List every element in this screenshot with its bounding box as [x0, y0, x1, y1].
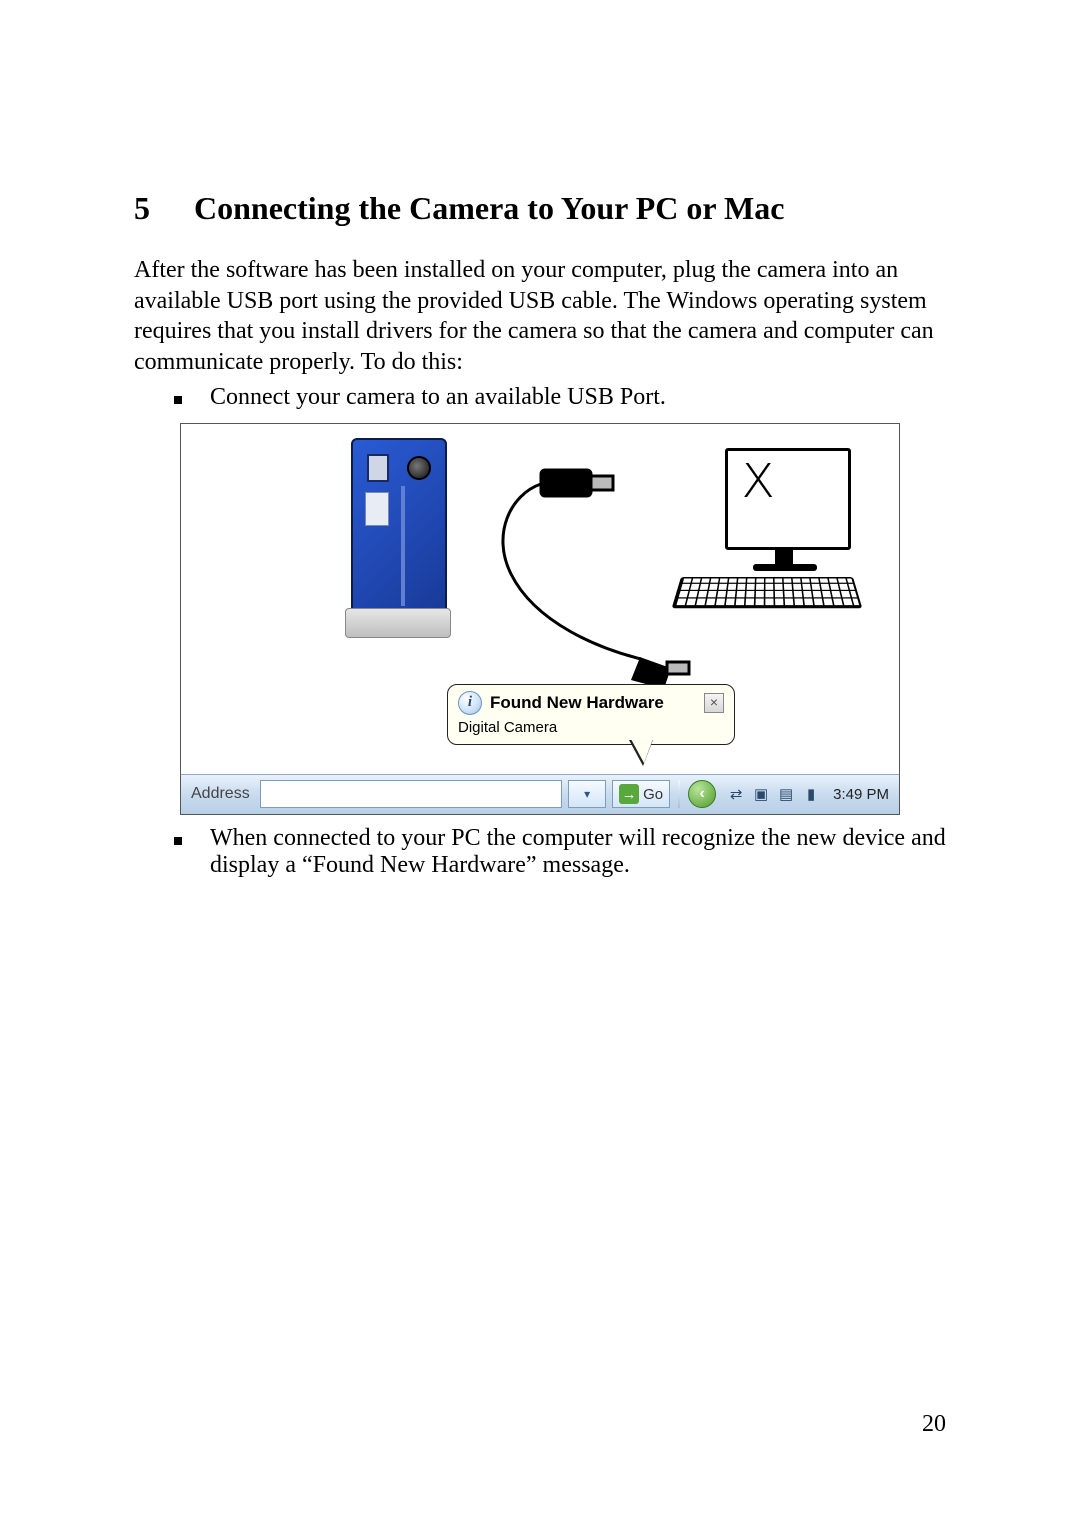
bullet-marker-icon — [174, 396, 182, 404]
close-icon[interactable]: × — [704, 693, 724, 713]
address-dropdown-button[interactable]: ▾ — [568, 780, 606, 808]
illustration-top — [181, 424, 899, 692]
balloon-title: Found New Hardware — [490, 693, 696, 713]
display-icon[interactable]: ▣ — [751, 784, 771, 804]
device-icon[interactable]: ▤ — [776, 784, 796, 804]
illustration-figure: i Found New Hardware × Digital Camera Ad… — [180, 423, 900, 815]
section-number: 5 — [134, 190, 150, 227]
bullet-item: Connect your camera to an available USB … — [174, 384, 946, 411]
chevron-left-icon: ‹ — [699, 785, 704, 803]
system-tray: ⇄ ▣ ▤ ▮ — [726, 784, 821, 804]
taskbar-separator — [678, 780, 680, 808]
taskbar: Address ▾ → Go ‹ ⇄ ▣ ▤ ▮ 3:49 PM — [181, 774, 899, 814]
balloon-tail-icon — [629, 740, 653, 766]
found-new-hardware-balloon: i Found New Hardware × Digital Camera — [447, 684, 735, 745]
network-icon[interactable]: ⇄ — [726, 784, 746, 804]
page-number: 20 — [922, 1411, 946, 1438]
document-page: 5 Connecting the Camera to Your PC or Ma… — [0, 0, 1080, 1528]
section-title: Connecting the Camera to Your PC or Mac — [194, 190, 784, 227]
bullet-text: Connect your camera to an available USB … — [210, 384, 946, 411]
go-arrow-icon: → — [619, 784, 639, 804]
section-heading: 5 Connecting the Camera to Your PC or Ma… — [134, 190, 946, 227]
address-input[interactable] — [260, 780, 562, 808]
address-label: Address — [187, 785, 254, 803]
bullet-marker-icon — [174, 837, 182, 845]
go-button[interactable]: → Go — [612, 780, 670, 808]
info-icon: i — [458, 691, 482, 715]
balloon-subtitle: Digital Camera — [458, 719, 724, 736]
chevron-down-icon: ▾ — [584, 787, 590, 801]
notification-area: i Found New Hardware × Digital Camera — [181, 684, 899, 774]
intro-paragraph: After the software has been installed on… — [134, 255, 946, 378]
signal-icon[interactable]: ▮ — [801, 784, 821, 804]
computer-icon — [681, 448, 851, 606]
go-label: Go — [643, 786, 663, 803]
bullet-text: When connected to your PC the computer w… — [210, 825, 946, 879]
camera-icon — [351, 438, 443, 638]
back-button[interactable]: ‹ — [688, 780, 716, 808]
taskbar-clock: 3:49 PM — [827, 786, 893, 803]
bullet-item: When connected to your PC the computer w… — [174, 825, 946, 879]
